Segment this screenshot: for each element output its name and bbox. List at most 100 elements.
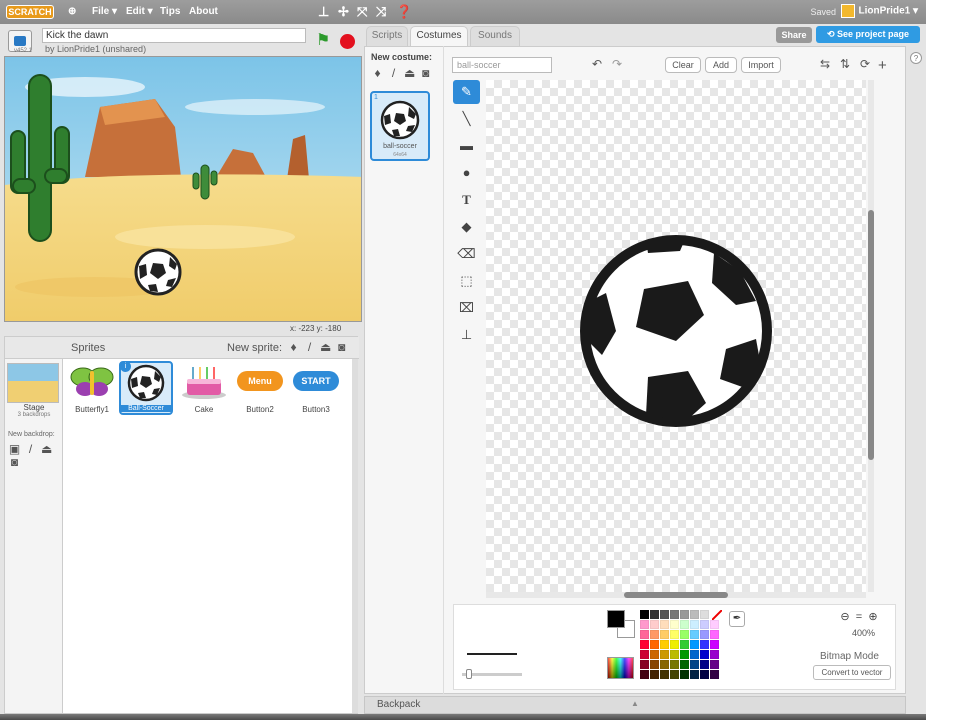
palette-swatch[interactable] (710, 670, 719, 679)
help-icon[interactable]: ❓ (396, 4, 412, 20)
share-button[interactable]: Share (776, 27, 812, 43)
palette-swatch[interactable] (640, 650, 649, 659)
palette-swatch[interactable] (650, 630, 659, 639)
flip-vertical-icon[interactable]: ⇅ (840, 57, 850, 71)
palette-swatch[interactable] (650, 670, 659, 679)
palette-swatch[interactable] (700, 650, 709, 659)
palette-swatch[interactable] (640, 620, 649, 629)
undo-icon[interactable]: ↶ (592, 57, 602, 71)
upload-costume-icon[interactable]: ⏏ (403, 67, 416, 80)
palette-swatch[interactable] (650, 640, 659, 649)
color-swatch-pair[interactable] (607, 610, 635, 638)
color-picker[interactable] (607, 657, 634, 679)
sprite-butterfly1[interactable]: Butterfly1 (65, 361, 119, 415)
menu-tips[interactable]: Tips (160, 6, 180, 17)
palette-swatch[interactable] (670, 670, 679, 679)
stop-button[interactable] (340, 34, 355, 49)
palette-swatch[interactable] (640, 610, 649, 619)
green-flag-icon[interactable]: ⚑ (316, 33, 330, 49)
palette-swatch[interactable] (690, 660, 699, 669)
palette-swatch[interactable] (670, 620, 679, 629)
palette-swatch[interactable] (700, 660, 709, 669)
palette-swatch[interactable] (700, 620, 709, 629)
palette-swatch[interactable] (670, 660, 679, 669)
palette-swatch[interactable] (680, 650, 689, 659)
palette-swatch[interactable] (690, 670, 699, 679)
sprite-button3[interactable]: START Button3 (289, 361, 343, 415)
palette-swatch[interactable] (700, 630, 709, 639)
palette-swatch[interactable] (660, 650, 669, 659)
project-title-input[interactable]: Kick the dawn (42, 28, 306, 43)
transparent-color-swatch[interactable] (712, 610, 722, 620)
tab-scripts[interactable]: Scripts (366, 26, 408, 46)
palette-swatch[interactable] (670, 650, 679, 659)
set-center-icon[interactable]: + (878, 57, 887, 74)
brush-size-slider[interactable] (462, 669, 522, 679)
shrink-icon[interactable]: ⤨ (376, 4, 386, 20)
palette-swatch[interactable] (680, 670, 689, 679)
text-tool-icon[interactable]: T (453, 188, 480, 212)
paint-canvas[interactable] (486, 80, 866, 592)
costume-camera-icon[interactable]: ◙ (419, 67, 432, 80)
stage[interactable] (4, 56, 362, 322)
palette-swatch[interactable] (690, 630, 699, 639)
palette-swatch[interactable] (700, 670, 709, 679)
globe-icon[interactable]: ⊕ (68, 6, 76, 17)
tab-sounds[interactable]: Sounds (470, 26, 520, 46)
choose-sprite-icon[interactable]: ♦ (287, 341, 300, 354)
zoom-out-icon[interactable]: ⊖ (838, 610, 852, 623)
palette-swatch[interactable] (670, 630, 679, 639)
palette-swatch[interactable] (680, 630, 689, 639)
palette-swatch[interactable] (680, 660, 689, 669)
rotate-icon[interactable]: ⟳ (860, 57, 870, 71)
info-icon[interactable]: i (120, 361, 131, 372)
palette-swatch[interactable] (640, 660, 649, 669)
see-project-page-button[interactable]: ⟲ See project page (816, 26, 920, 43)
palette-swatch[interactable] (710, 660, 719, 669)
stage-thumbnail[interactable] (7, 363, 59, 403)
palette-swatch[interactable] (660, 610, 669, 619)
menu-file[interactable]: File ▾ (92, 6, 117, 17)
ellipse-tool-icon[interactable]: ● (453, 161, 480, 185)
upload-backdrop-icon[interactable]: ⏏ (40, 443, 53, 456)
stage-selector[interactable]: Stage 3 backdrops New backdrop: ▣ / ⏏ ◙ (5, 359, 63, 713)
choose-costume-icon[interactable]: ♦ (371, 67, 384, 80)
add-button[interactable]: Add (705, 57, 737, 73)
primary-color-swatch[interactable] (607, 610, 625, 628)
palette-swatch[interactable] (690, 640, 699, 649)
help-icon[interactable]: ? (910, 52, 922, 64)
costume-name-input[interactable] (452, 57, 552, 73)
convert-to-vector-button[interactable]: Convert to vector (813, 665, 891, 680)
palette-swatch[interactable] (670, 610, 679, 619)
menu-edit[interactable]: Edit ▾ (126, 6, 153, 17)
paint-sprite-icon[interactable]: / (303, 341, 316, 354)
palette-swatch[interactable] (680, 640, 689, 649)
palette-swatch[interactable] (700, 640, 709, 649)
redo-icon[interactable]: ↷ (612, 57, 622, 71)
rectangle-tool-icon[interactable]: ▬ (453, 134, 480, 158)
palette-swatch[interactable] (660, 630, 669, 639)
palette-swatch[interactable] (660, 670, 669, 679)
user-menu[interactable]: LionPride1 ▾ (840, 4, 918, 18)
stamp-tool-icon[interactable]: ⊥ (453, 323, 480, 347)
palette-swatch[interactable] (710, 630, 719, 639)
palette-swatch[interactable] (650, 660, 659, 669)
palette-swatch[interactable] (710, 650, 719, 659)
flip-horizontal-icon[interactable]: ⇆ (820, 57, 830, 71)
camera-icon[interactable]: ◙ (335, 341, 348, 354)
canvas-horizontal-scrollbar[interactable] (486, 592, 866, 598)
delete-cut-icon[interactable]: ✢ (338, 4, 349, 20)
palette-swatch[interactable] (690, 610, 699, 619)
palette-swatch[interactable] (690, 650, 699, 659)
palette-swatch[interactable] (650, 610, 659, 619)
menu-about[interactable]: About (189, 6, 218, 17)
canvas-vertical-scrollbar[interactable] (868, 80, 874, 592)
palette-swatch[interactable] (700, 610, 709, 619)
palette-swatch[interactable] (640, 630, 649, 639)
palette-swatch[interactable] (660, 620, 669, 629)
import-button[interactable]: Import (741, 57, 781, 73)
sprite-cake[interactable]: Cake (177, 361, 231, 415)
backpack-bar[interactable]: Backpack ▲ (364, 696, 906, 714)
scroll-thumb[interactable] (624, 592, 728, 598)
fill-tool-icon[interactable]: ◆ (453, 215, 480, 239)
